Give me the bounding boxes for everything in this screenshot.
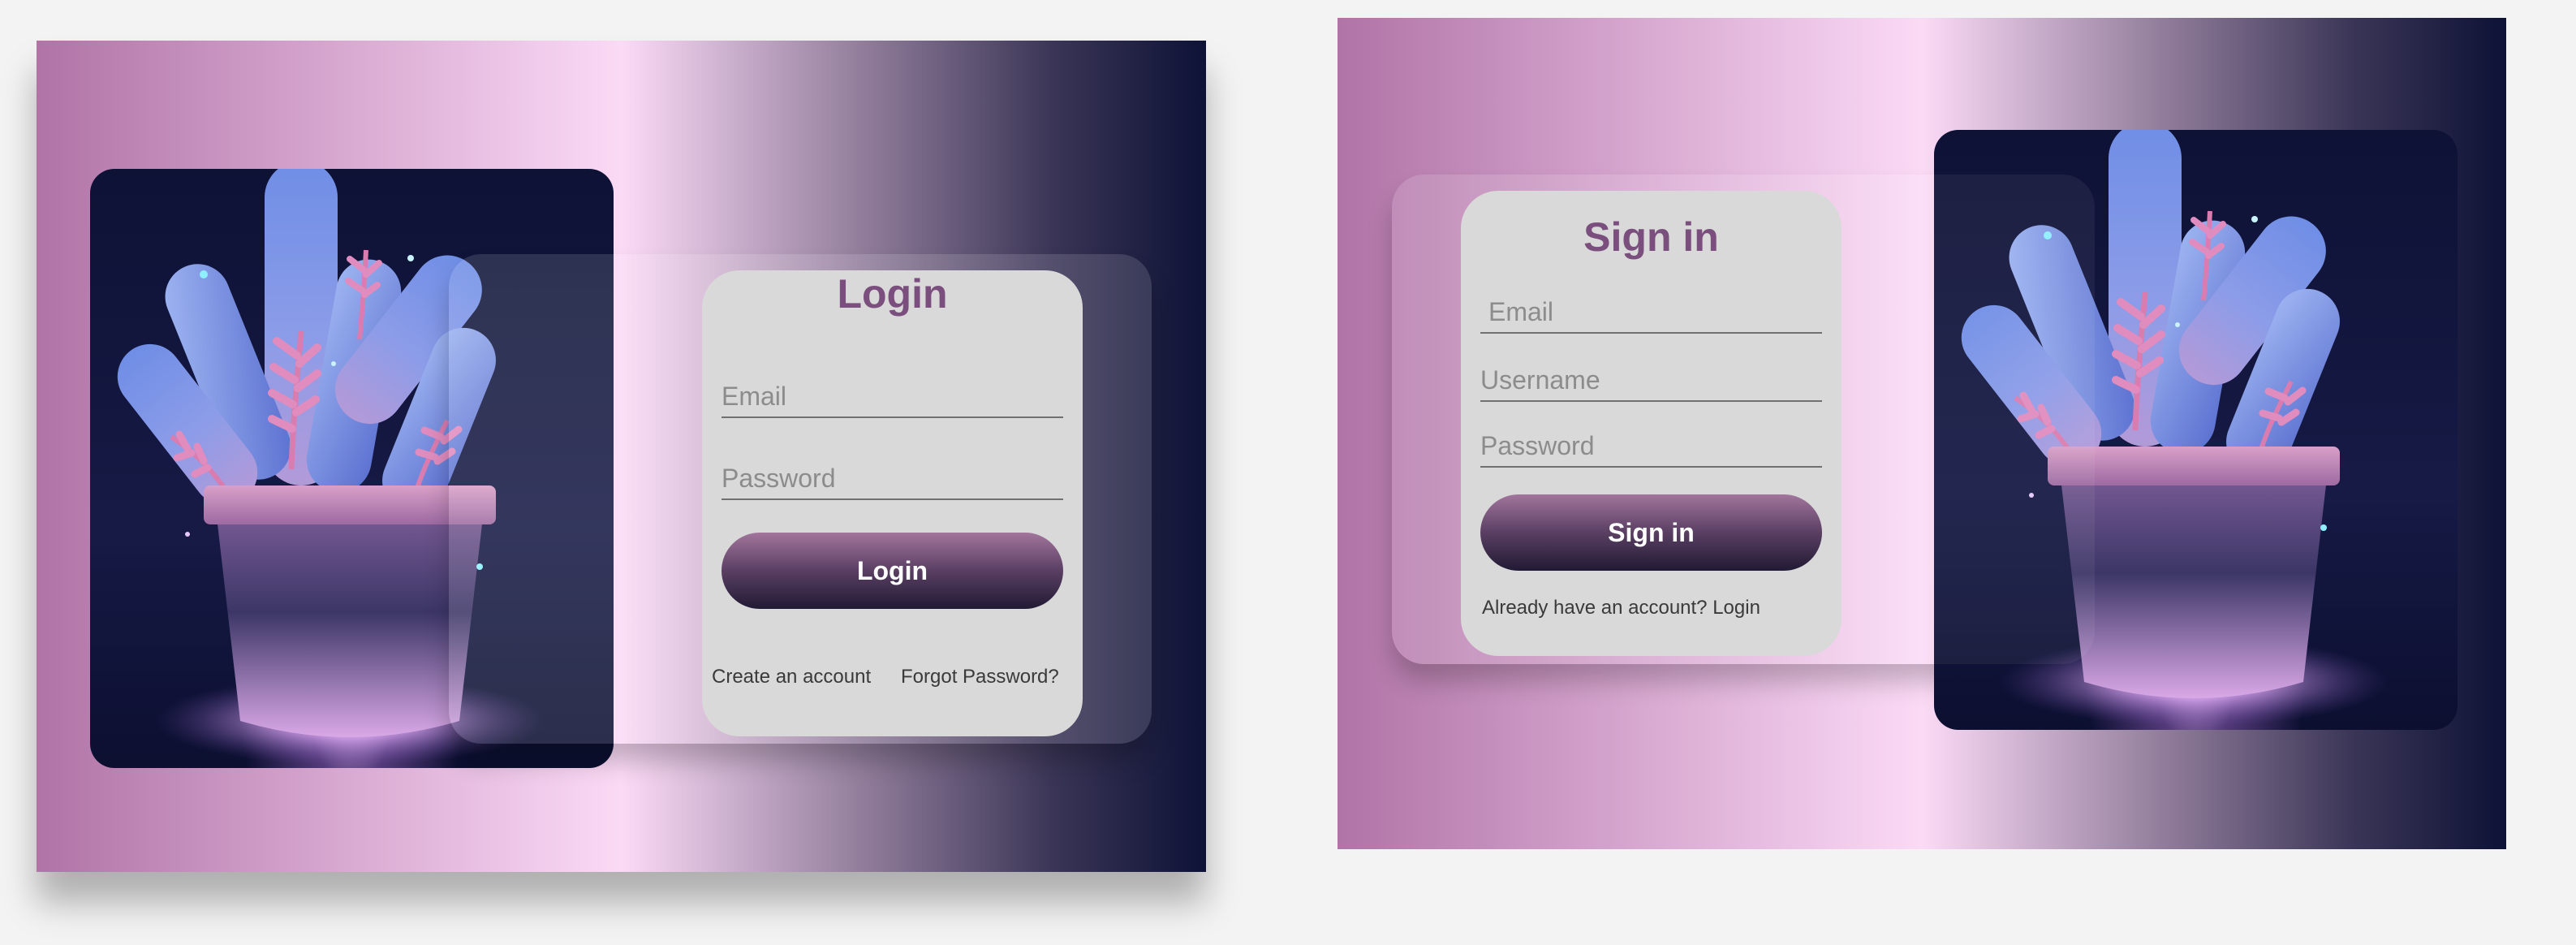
signin-screen: Sign in Sign in Already have an account?… [1338,18,2506,849]
email-field[interactable] [1480,283,1822,334]
create-account-link[interactable]: Create an account [712,666,871,688]
signin-form: Sign in Sign in Already have an account?… [1461,191,1842,656]
glass-overlay [1934,175,2095,664]
password-field[interactable] [722,450,1063,500]
password-field[interactable] [1480,417,1822,468]
login-link[interactable]: Already have an account? Login [1482,597,1760,619]
login-screen: Login Login Create an account Forgot Pas… [37,41,1206,872]
username-field[interactable] [1480,352,1822,402]
login-form: Login Login Create an account Forgot Pas… [702,270,1083,736]
forgot-password-link[interactable]: Forgot Password? [901,666,1059,688]
login-button[interactable]: Login [722,533,1063,609]
signin-button[interactable]: Sign in [1480,494,1822,571]
login-title: Login [837,271,948,317]
email-field[interactable] [722,368,1063,418]
signin-title: Sign in [1583,214,1719,260]
